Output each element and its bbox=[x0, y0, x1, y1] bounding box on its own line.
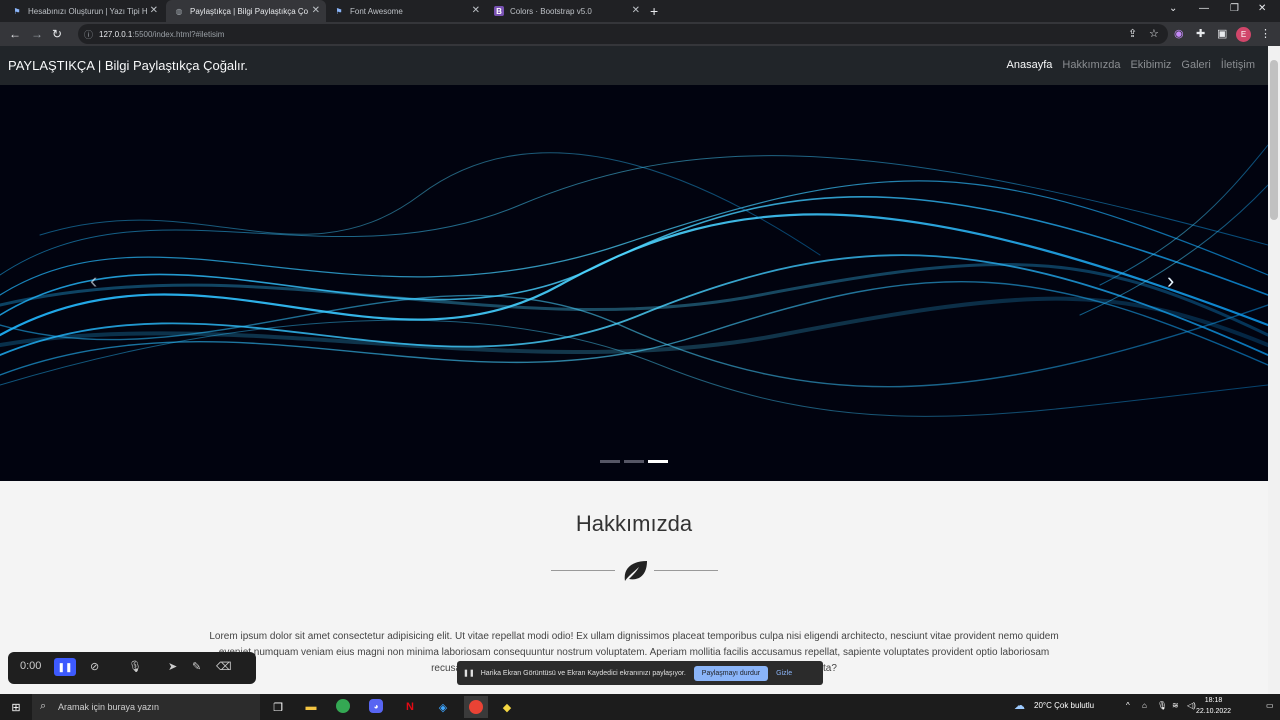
site-navbar: PAYLAŞTIKÇA | Bilgi Paylaştıkça Çoğalır.… bbox=[0, 46, 1268, 85]
taskbar-search[interactable]: ⌕ Aramak için buraya yazın bbox=[32, 694, 260, 720]
weather-cloud-icon: ☁ bbox=[1014, 700, 1025, 712]
menu-dots-icon[interactable]: ⋮ bbox=[1260, 27, 1271, 40]
carousel-next-icon[interactable]: › bbox=[1167, 268, 1174, 294]
task-view-icon[interactable]: ❐ bbox=[270, 699, 286, 715]
extension-color-icon[interactable]: ◉ bbox=[1174, 27, 1184, 40]
minimize-icon[interactable]: — bbox=[1199, 3, 1209, 14]
screen-share-bar: ❚❚ Harika Ekran Görüntüsü ve Ekran Kayde… bbox=[457, 661, 823, 685]
vscode-icon[interactable]: ◈ bbox=[435, 699, 451, 715]
url-bar[interactable]: ⓘ 127.0.0.1 :5500/index.html?#iletisim bbox=[78, 24, 1168, 44]
camera-off-icon[interactable]: ⊘ bbox=[90, 660, 99, 673]
tab-2[interactable]: ◍ Paylaştıkça | Bilgi Paylaştıkça Ço ✕ bbox=[166, 0, 326, 22]
chrome-icon[interactable] bbox=[336, 699, 350, 713]
share-pause-icon: ❚❚ bbox=[463, 670, 475, 677]
flag-icon: ⚑ bbox=[335, 6, 343, 16]
profile-avatar[interactable]: E bbox=[1236, 27, 1251, 42]
about-title: Hakkımızda bbox=[575, 511, 693, 536]
hero-carousel: ‹ › bbox=[0, 85, 1268, 481]
tab-2-title: Paylaştıkça | Bilgi Paylaştıkça Ço bbox=[190, 6, 309, 16]
nav-link-ekibimiz[interactable]: Ekibimiz bbox=[1130, 59, 1171, 71]
close-icon[interactable]: ✕ bbox=[472, 5, 480, 16]
star-icon[interactable]: ☆ bbox=[1149, 27, 1159, 40]
recorder-toolbar: 0:00 ❚❚ ⊘ 🎙 ➤ ✎ ⌫ bbox=[8, 652, 256, 684]
new-tab-button[interactable]: + bbox=[650, 3, 658, 19]
carousel-indicator-3[interactable] bbox=[648, 460, 668, 463]
flag-icon: ⚑ bbox=[13, 6, 21, 16]
address-toolbar: ← → ↻ ⓘ 127.0.0.1 :5500/index.html?#ilet… bbox=[0, 22, 1280, 46]
pause-icon[interactable]: ❚❚ bbox=[54, 658, 76, 676]
reload-icon[interactable]: ↻ bbox=[52, 27, 62, 41]
chrome-profile-icon bbox=[469, 700, 483, 714]
carousel-slide-image bbox=[0, 144, 1268, 417]
pen-icon[interactable]: ✎ bbox=[192, 660, 201, 673]
carousel-prev-icon[interactable]: ‹ bbox=[90, 268, 97, 294]
close-icon[interactable]: ✕ bbox=[150, 5, 158, 16]
clock-time: 18:18 bbox=[1204, 697, 1223, 704]
page-scrollbar[interactable] bbox=[1268, 46, 1280, 694]
puzzle-icon[interactable]: ✚ bbox=[1196, 27, 1205, 40]
carousel-indicator-2[interactable] bbox=[624, 460, 644, 463]
clock-date: 22.10.2022 bbox=[1196, 708, 1232, 715]
app-diamond-icon[interactable]: ◆ bbox=[499, 699, 515, 715]
site-menu: Anasayfa Hakkımızda Ekibimiz Galeri İlet… bbox=[1007, 59, 1255, 71]
leaf-icon bbox=[624, 561, 647, 581]
weather-text[interactable]: 20°C Çok bulutlu bbox=[1034, 701, 1094, 710]
tray-chevron-icon[interactable]: ^ bbox=[1126, 701, 1130, 710]
carousel-indicators bbox=[600, 460, 668, 463]
restore-icon[interactable]: ❐ bbox=[1230, 3, 1239, 14]
sidepanel-icon[interactable]: ▣ bbox=[1217, 27, 1227, 40]
netflix-icon[interactable]: N bbox=[402, 699, 418, 715]
tab-search-icon[interactable]: ⌄ bbox=[1169, 3, 1177, 14]
divider-right bbox=[654, 570, 718, 571]
share-message: Harika Ekran Görüntüsü ve Ekran Kaydedic… bbox=[480, 669, 686, 677]
nav-link-hakkimizda[interactable]: Hakkımızda bbox=[1062, 59, 1120, 71]
mic-tray-icon[interactable]: 🎙 bbox=[1157, 701, 1167, 710]
close-icon[interactable]: ✕ bbox=[632, 5, 640, 16]
divider-left bbox=[551, 570, 615, 571]
forward-icon[interactable]: → bbox=[31, 27, 43, 41]
scrollbar-thumb[interactable] bbox=[1270, 60, 1278, 220]
close-icon[interactable]: ✕ bbox=[312, 5, 320, 16]
share-icon[interactable]: ⇪ bbox=[1128, 27, 1137, 40]
recorder-time: 0:00 bbox=[20, 660, 42, 672]
tab-3-title: Font Awesome bbox=[350, 6, 403, 16]
back-icon[interactable]: ← bbox=[9, 27, 21, 41]
microphone-icon[interactable]: 🎙 bbox=[128, 660, 142, 673]
wifi-icon[interactable]: ≋ bbox=[1172, 701, 1179, 710]
volume-icon[interactable]: ◁) bbox=[1187, 701, 1196, 710]
tab-3[interactable]: ⚑ Font Awesome ✕ bbox=[326, 0, 486, 22]
file-explorer-icon[interactable]: ▬ bbox=[303, 699, 319, 715]
tab-1[interactable]: ⚑ Hesabınızı Oluşturun | Yazı Tipi H ✕ bbox=[4, 0, 164, 22]
nav-link-iletisim[interactable]: İletişim bbox=[1221, 59, 1255, 71]
window-close-icon[interactable]: ✕ bbox=[1258, 3, 1266, 14]
globe-icon: ◍ bbox=[175, 6, 183, 16]
carousel-indicator-1[interactable] bbox=[600, 460, 620, 463]
url-host: 127.0.0.1 bbox=[99, 29, 133, 39]
bootstrap-icon: B bbox=[494, 6, 504, 16]
browser-tab-strip: ⚑ Hesabınızı Oluşturun | Yazı Tipi H ✕ ◍… bbox=[0, 0, 1280, 22]
windows-start-icon[interactable]: ⊞ bbox=[8, 699, 24, 715]
tab-4[interactable]: B Colors · Bootstrap v5.0 ✕ bbox=[486, 0, 646, 22]
site-brand[interactable]: PAYLAŞTIKÇA | Bilgi Paylaştıkça Çoğalır. bbox=[8, 58, 248, 73]
tab-1-title: Hesabınızı Oluşturun | Yazı Tipi H bbox=[28, 6, 148, 16]
taskbar-search-placeholder: Aramak için buraya yazın bbox=[58, 702, 160, 712]
eraser-icon[interactable]: ⌫ bbox=[216, 660, 232, 673]
discord-icon[interactable]: ◕ bbox=[369, 699, 383, 713]
notification-icon[interactable]: ▭ bbox=[1266, 701, 1274, 710]
chrome-active-icon[interactable] bbox=[464, 696, 488, 718]
network-icon[interactable]: ⌂ bbox=[1142, 701, 1147, 710]
info-icon[interactable]: ⓘ bbox=[84, 28, 93, 41]
stop-sharing-button[interactable]: Paylaşmayı durdur bbox=[693, 665, 769, 681]
windows-taskbar: ⊞ ⌕ Aramak için buraya yazın ❐ ▬ ◕ N ◈ ◆… bbox=[0, 694, 1280, 720]
nav-link-galeri[interactable]: Galeri bbox=[1181, 59, 1210, 71]
hide-button[interactable]: Gizle bbox=[776, 670, 792, 677]
nav-link-anasayfa[interactable]: Anasayfa bbox=[1007, 59, 1053, 71]
search-icon: ⌕ bbox=[40, 700, 47, 712]
url-path: :5500/index.html?#iletisim bbox=[132, 29, 225, 39]
cursor-icon[interactable]: ➤ bbox=[168, 660, 177, 673]
tab-4-title: Colors · Bootstrap v5.0 bbox=[510, 6, 592, 16]
taskbar-clock[interactable]: 18:18 22.10.2022 bbox=[1196, 695, 1231, 717]
